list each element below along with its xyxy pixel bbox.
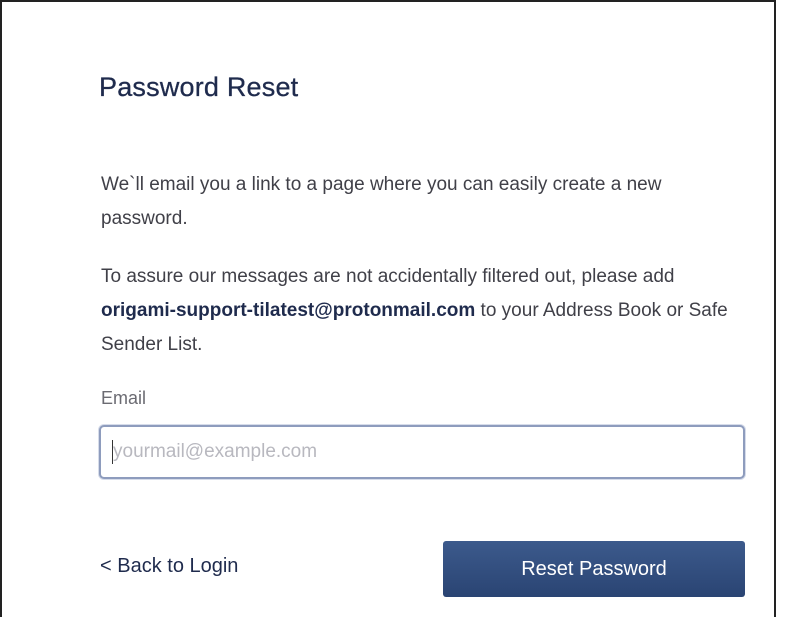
password-reset-panel: Password Reset We`ll email you a link to… xyxy=(0,0,776,617)
email-label: Email xyxy=(101,388,147,408)
reset-password-button[interactable]: Reset Password xyxy=(443,541,745,597)
support-email: origami-support-tilatest@protonmail.com xyxy=(101,300,476,321)
email-field[interactable] xyxy=(99,425,745,479)
intro-text: We`ll email you a link to a page where y… xyxy=(101,174,662,229)
page-title: Password Reset xyxy=(99,72,299,102)
text-cursor xyxy=(112,440,113,464)
notice-prefix: To assure our messages are not accidenta… xyxy=(101,266,675,287)
back-to-login-link[interactable]: < Back to Login xyxy=(100,555,238,578)
safe-sender-notice: To assure our messages are not accidenta… xyxy=(101,260,751,362)
